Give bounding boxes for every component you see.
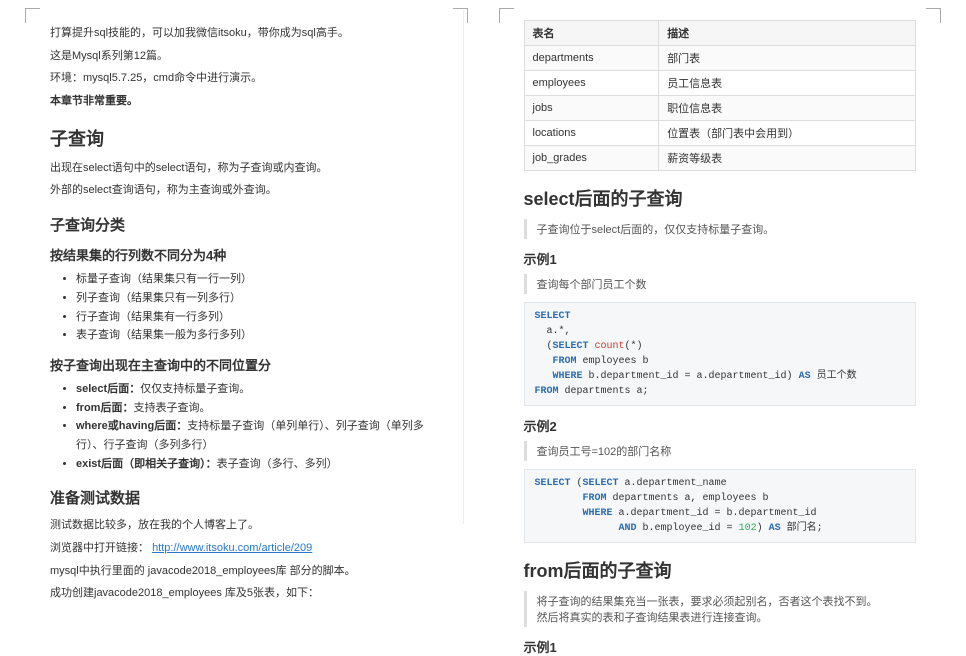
list-item: 行子查询（结果集有一行多列） (76, 308, 443, 327)
table-cell: job_grades (524, 146, 659, 171)
code-block-2: SELECT (SELECT a.department_name FROM de… (524, 469, 917, 543)
select-sub-quote: 子查询位于select后面的，仅仅支持标量子查询。 (524, 219, 917, 239)
list-item: 列子查询（结果集只有一列多行） (76, 289, 443, 308)
table-cell: departments (524, 46, 659, 71)
list-item: 标量子查询（结果集只有一行一列） (76, 270, 443, 289)
tables-info-table: 表名 描述 departments部门表employees员工信息表jobs职位… (524, 20, 917, 171)
heading-bypos: 按子查询出现在主查询中的不同位置分 (50, 355, 443, 374)
table-row: locations位置表（部门表中会用到） (524, 121, 916, 146)
list-item: select后面：仅仅支持标量子查询。 (76, 380, 443, 399)
table-cell: jobs (524, 96, 659, 121)
heading-select-sub: select后面的子查询 (524, 185, 917, 211)
table-row: departments部门表 (524, 46, 916, 71)
from-sub-quote: 将子查询的结果集充当一张表，要求必须起别名，否者这个表找不到。 然后将真实的表和… (524, 591, 917, 627)
heading-ex1: 示例1 (524, 249, 917, 268)
intro-2: 这是Mysql系列第12篇。 (50, 47, 443, 66)
heading-subquery: 子查询 (50, 125, 443, 151)
table-cell: 职位信息表 (659, 96, 916, 121)
heading-ex2: 示例2 (524, 416, 917, 435)
intro-4: 本章节非常重要。 (50, 92, 443, 111)
byresult-list: 标量子查询（结果集只有一行一列） 列子查询（结果集只有一列多行） 行子查询（结果… (50, 270, 443, 345)
heading-types: 子查询分类 (50, 214, 443, 235)
ex2-quote: 查询员工号=102的部门名称 (524, 441, 917, 461)
list-item: from后面：支持表子查询。 (76, 399, 443, 418)
table-cell: 员工信息表 (659, 71, 916, 96)
list-item: exist后面（即相关子查询）：表子查询（多行、多列） (76, 455, 443, 474)
heading-ex1b: 示例1 (524, 637, 917, 656)
heading-from-sub: from后面的子查询 (524, 557, 917, 583)
table-row: job_grades薪资等级表 (524, 146, 916, 171)
heading-byresult: 按结果集的行列数不同分为4种 (50, 245, 443, 264)
table-cell: 位置表（部门表中会用到） (659, 121, 916, 146)
intro-3: 环境：mysql5.7.25，cmd命令中进行演示。 (50, 69, 443, 88)
td-p2: 浏览器中打开链接： http://www.itsoku.com/article/… (50, 539, 443, 558)
td-p3: mysql中执行里面的 javacode2018_employees库 部分的脚… (50, 562, 443, 581)
sub-p1: 出现在select语句中的select语句，称为子查询或内查询。 (50, 159, 443, 178)
bypos-list: select后面：仅仅支持标量子查询。 from后面：支持表子查询。 where… (50, 380, 443, 473)
table-cell: 薪资等级表 (659, 146, 916, 171)
td-p1: 测试数据比较多，放在我的个人博客上了。 (50, 516, 443, 535)
ex1-quote: 查询每个部门员工个数 (524, 274, 917, 294)
code-block-1: SELECT a.*, (SELECT count(*) FROM employ… (524, 302, 917, 406)
heading-testdata: 准备测试数据 (50, 487, 443, 508)
th-desc: 描述 (659, 21, 916, 46)
list-item: 表子查询（结果集一般为多行多列） (76, 326, 443, 345)
intro-1: 打算提升sql技能的，可以加我微信itsoku，带你成为sql高手。 (50, 24, 443, 43)
list-item: where或having后面：支持标量子查询（单列单行）、列子查询（单列多行）、… (76, 417, 443, 454)
table-row: employees员工信息表 (524, 71, 916, 96)
article-link[interactable]: http://www.itsoku.com/article/209 (152, 542, 312, 554)
sub-p2: 外部的select查询语句，称为主查询或外查询。 (50, 181, 443, 200)
td-p4: 成功创建javacode2018_employees 库及5张表，如下： (50, 584, 443, 603)
table-cell: locations (524, 121, 659, 146)
table-row: jobs职位信息表 (524, 96, 916, 121)
th-name: 表名 (524, 21, 659, 46)
table-cell: 部门表 (659, 46, 916, 71)
table-cell: employees (524, 71, 659, 96)
